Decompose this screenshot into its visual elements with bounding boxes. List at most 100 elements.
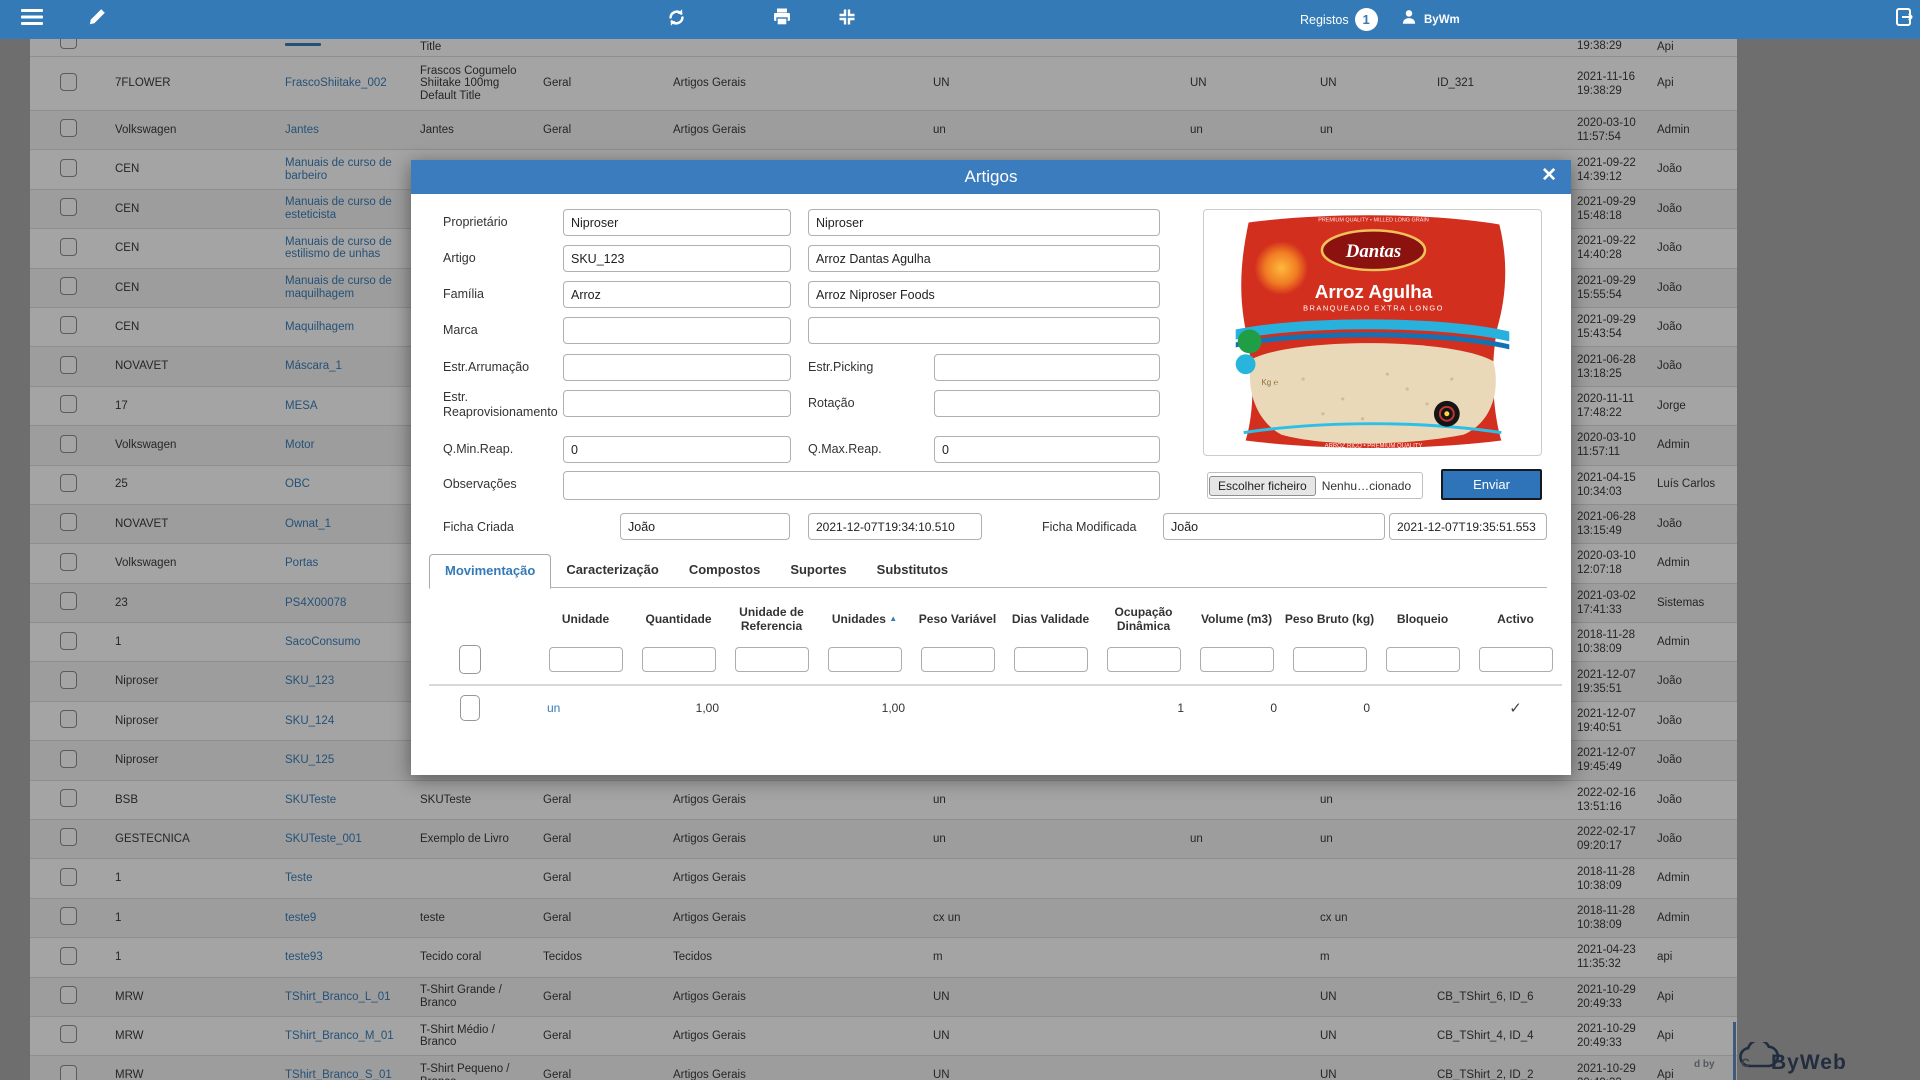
print-button[interactable] (763, 0, 801, 39)
marca-name-input[interactable] (808, 317, 1160, 344)
col-peso-variavel[interactable]: Peso Variável (911, 612, 1004, 626)
filter-unidades-input[interactable] (828, 647, 902, 672)
filter-peso-bruto-input[interactable] (1293, 647, 1367, 672)
qmax-input[interactable] (934, 436, 1160, 463)
familia-name-input[interactable] (808, 281, 1160, 308)
filter-activo-input[interactable] (1479, 647, 1553, 672)
modal-header: Artigos ✕ (411, 160, 1571, 194)
estr-picking-label: Estr.Picking (808, 360, 873, 375)
estr-arrumacao-label: Estr.Arrumação (443, 360, 529, 375)
col-quantidade[interactable]: Quantidade (632, 612, 725, 626)
user-menu[interactable]: ByWm (1400, 0, 1460, 39)
proprietario-input[interactable] (563, 209, 791, 236)
filter-ocupacao-input[interactable] (1107, 647, 1181, 672)
compress-icon (837, 7, 857, 32)
estr-reaprovisionamento-label: Estr. Reaprovisionamento (443, 390, 555, 420)
peso-bruto-value: 0 (1283, 701, 1376, 715)
proprietario-label: Proprietário (443, 215, 508, 230)
quantidade-value: 1,00 (632, 701, 725, 715)
estr-reaprovisionamento-input[interactable] (563, 390, 791, 417)
qmin-label: Q.Min.Reap. (443, 442, 513, 457)
estr-arrumacao-input[interactable] (563, 354, 791, 381)
tab-caracterizacao[interactable]: Caracterização (551, 554, 674, 588)
filter-volume-input[interactable] (1200, 647, 1274, 672)
tab-movimentacao[interactable]: Movimentação (429, 554, 551, 589)
filter-bloqueio-input[interactable] (1386, 647, 1460, 672)
ficha-modificada-user-input[interactable] (1163, 513, 1385, 540)
file-status-label: Nenhu…cionado (1317, 479, 1411, 493)
ficha-modificada-label: Ficha Modificada (1042, 520, 1137, 535)
row-checkbox[interactable] (460, 695, 480, 721)
rotacao-input[interactable] (934, 390, 1160, 417)
filter-unidade-input[interactable] (549, 647, 623, 672)
col-volume-m3[interactable]: Volume (m3) (1190, 612, 1283, 626)
svg-text:Dantas: Dantas (1345, 241, 1401, 262)
top-bar: Registos 1 ByWm (0, 0, 1920, 39)
rotacao-label: Rotação (808, 396, 855, 411)
artigo-name-input[interactable] (808, 245, 1160, 272)
edit-button[interactable] (78, 0, 116, 39)
user-icon (1400, 8, 1418, 31)
tab-substitutos[interactable]: Substitutos (862, 554, 964, 588)
col-bloqueio[interactable]: Bloqueio (1376, 612, 1469, 626)
familia-input[interactable] (563, 281, 791, 308)
col-dias-validade[interactable]: Dias Validade (1004, 612, 1097, 626)
qmax-label: Q.Max.Reap. (808, 442, 882, 457)
modal-tabs: Movimentação Caracterização Compostos Su… (429, 554, 1547, 588)
col-ocupacao-dinamica[interactable]: Ocupação Dinâmica (1097, 605, 1190, 633)
col-activo[interactable]: Activo (1469, 612, 1562, 626)
estr-picking-input[interactable] (934, 354, 1160, 381)
movimentacao-data-row[interactable]: un 1,00 1,00 1 0 0 ✓ (429, 686, 1562, 730)
filter-checkbox[interactable] (459, 645, 481, 674)
sort-asc-icon: ▲ (889, 614, 897, 623)
col-unidade[interactable]: Unidade (539, 612, 632, 626)
logout-button[interactable] (1886, 0, 1920, 39)
artigo-label: Artigo (443, 251, 476, 266)
col-unidade-referencia[interactable]: Unidade de Referencia (725, 605, 818, 633)
filter-unidade-referencia-input[interactable] (735, 647, 809, 672)
marca-input[interactable] (563, 317, 791, 344)
hamburger-icon (21, 8, 43, 31)
svg-text:Arroz Agulha: Arroz Agulha (1315, 281, 1433, 302)
ocupacao-value: 1 (1097, 701, 1190, 715)
choose-file-button[interactable]: Escolher ficheiro (1209, 476, 1316, 496)
ficha-criada-timestamp-input[interactable] (808, 513, 982, 540)
ficha-modificada-timestamp-input[interactable] (1389, 513, 1547, 540)
volume-value: 0 (1190, 701, 1283, 715)
svg-text:PREMIUM QUALITY • MILLED LONG: PREMIUM QUALITY • MILLED LONG GRAIN (1318, 217, 1429, 223)
refresh-button[interactable] (657, 0, 695, 39)
observacoes-input[interactable] (563, 471, 1160, 500)
compress-button[interactable] (828, 0, 866, 39)
product-image: PREMIUM QUALITY • MILLED LONG GRAIN Dant… (1203, 209, 1542, 456)
col-peso-bruto[interactable]: Peso Bruto (kg) (1283, 612, 1376, 626)
close-icon[interactable]: ✕ (1541, 164, 1557, 187)
registos-label: Registos (1300, 13, 1349, 27)
filter-dias-validade-input[interactable] (1014, 647, 1088, 672)
marca-label: Marca (443, 323, 478, 338)
filter-peso-variavel-input[interactable] (921, 647, 995, 672)
file-upload: Escolher ficheiro Nenhu…cionado (1207, 472, 1423, 499)
svg-text:BRANQUEADO EXTRA LONGO: BRANQUEADO EXTRA LONGO (1303, 304, 1444, 313)
tab-compostos[interactable]: Compostos (674, 554, 776, 588)
filter-quantidade-input[interactable] (642, 647, 716, 672)
unidade-link[interactable]: un (539, 701, 632, 715)
registos-counter: Registos 1 (1300, 0, 1378, 39)
tab-suportes[interactable]: Suportes (775, 554, 861, 588)
activo-check-icon: ✓ (1469, 699, 1562, 717)
col-unidades[interactable]: Unidades ▲ (818, 612, 911, 626)
movimentacao-filter-row (429, 638, 1562, 680)
ficha-criada-user-input[interactable] (620, 513, 790, 540)
movimentacao-header-row: Unidade Quantidade Unidade de Referencia… (429, 600, 1562, 638)
artigo-input[interactable] (563, 245, 791, 272)
ficha-criada-label: Ficha Criada (443, 520, 514, 535)
send-button[interactable]: Enviar (1441, 469, 1542, 500)
svg-text:Kg ℮: Kg ℮ (1261, 378, 1278, 387)
refresh-icon (666, 7, 687, 33)
proprietario-name-input[interactable] (808, 209, 1160, 236)
menu-button[interactable] (13, 0, 51, 39)
qmin-input[interactable] (563, 436, 791, 463)
registos-count-badge: 1 (1355, 8, 1378, 31)
familia-label: Família (443, 287, 484, 302)
observacoes-label: Observações (443, 477, 517, 492)
pencil-icon (87, 7, 107, 32)
